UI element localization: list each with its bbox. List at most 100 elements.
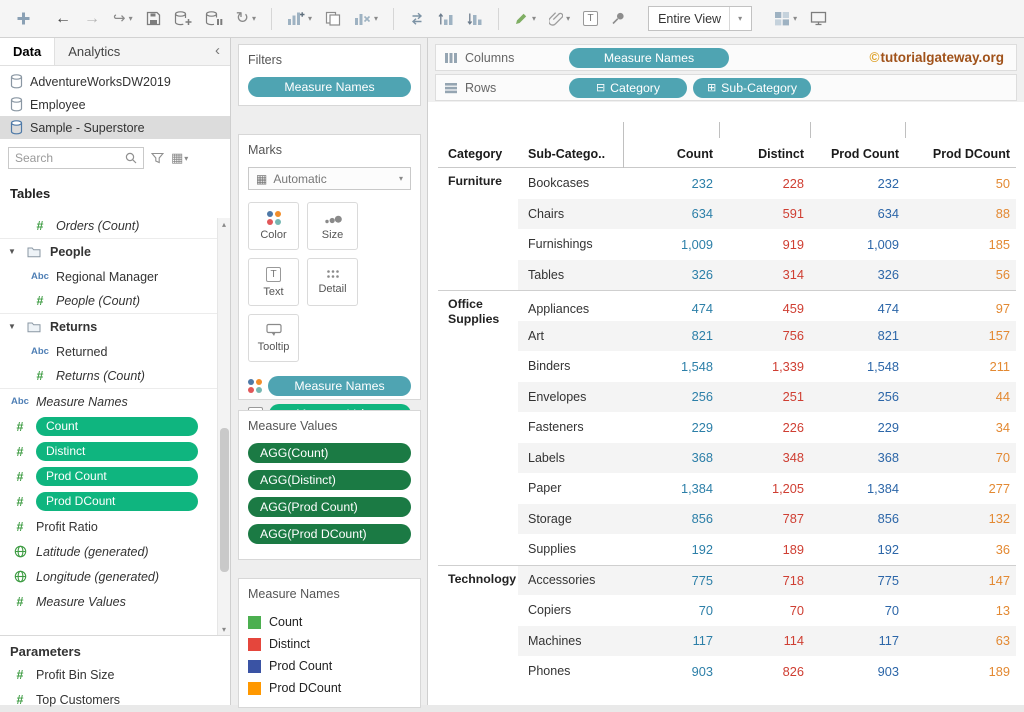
legend-item[interactable]: Prod DCount [248,677,411,699]
category-cell[interactable] [438,351,518,357]
column-header-distinct[interactable]: Distinct [719,147,810,167]
value-cell[interactable]: 189 [905,664,1016,679]
new-worksheet-button[interactable]: ▾ [282,7,317,30]
value-cell[interactable]: 1,548 [623,359,719,374]
subcategory-cell[interactable]: Art [518,329,623,343]
subcategory-cell[interactable]: Paper [518,481,623,495]
value-cell[interactable]: 70 [623,603,719,618]
subcategory-cell[interactable]: Appliances [518,302,623,316]
pill-measure-names[interactable]: Measure Names [268,376,411,396]
value-cell[interactable]: 277 [905,481,1016,496]
value-cell[interactable]: 228 [719,176,810,191]
value-cell[interactable]: 1,009 [623,237,719,252]
category-cell[interactable]: Technology [438,566,518,587]
value-cell[interactable]: 459 [719,301,810,316]
tab-analytics[interactable]: Analytics [55,38,133,65]
field-item[interactable]: Latitude (generated) [0,539,230,564]
field-item[interactable]: #Profit Ratio [0,514,230,539]
pill-measure-names[interactable]: Measure Names [569,48,729,68]
subcategory-cell[interactable]: Labels [518,451,623,465]
marks-size-button[interactable]: Size [307,202,358,250]
field-pill-count[interactable]: Count [36,417,198,436]
show-me-button[interactable]: ▾ [769,7,802,30]
pill-agg-prod-count[interactable]: AGG(Prod Count) [248,497,411,517]
value-cell[interactable]: 826 [719,664,810,679]
value-cell[interactable]: 251 [719,389,810,404]
value-cell[interactable]: 147 [905,573,1016,588]
value-cell[interactable]: 44 [905,389,1016,404]
field-item[interactable]: #Distinct [0,439,230,464]
value-cell[interactable]: 70 [810,603,905,618]
value-cell[interactable]: 903 [623,664,719,679]
show-mark-labels-button[interactable]: T [578,7,603,30]
subcategory-cell[interactable]: Machines [518,634,623,648]
legend-item[interactable]: Count [248,611,411,633]
value-cell[interactable]: 903 [810,664,905,679]
value-cell[interactable]: 634 [810,206,905,221]
pill-category[interactable]: ⊟Category [569,78,687,98]
value-cell[interactable]: 1,384 [623,481,719,496]
value-cell[interactable]: 211 [905,359,1016,374]
value-cell[interactable]: 821 [810,328,905,343]
category-cell[interactable] [438,656,518,662]
field-item[interactable]: #Profit Bin Size [0,662,230,687]
value-cell[interactable]: 821 [623,328,719,343]
category-cell[interactable]: Furniture [438,168,518,189]
value-cell[interactable]: 314 [719,267,810,282]
subcategory-cell[interactable]: Envelopes [518,390,623,404]
category-cell[interactable] [438,229,518,235]
value-cell[interactable]: 775 [810,573,905,588]
category-cell[interactable] [438,260,518,266]
value-cell[interactable]: 56 [905,267,1016,282]
subcategory-cell[interactable]: Supplies [518,542,623,556]
value-cell[interactable]: 256 [810,389,905,404]
datasource-item[interactable]: AdventureWorksDW2019 [0,70,230,93]
subcategory-cell[interactable]: Copiers [518,603,623,617]
value-cell[interactable]: 36 [905,542,1016,557]
category-cell[interactable] [438,504,518,510]
subcategory-cell[interactable]: Accessories [518,573,623,587]
marks-detail-button[interactable]: Detail [307,258,358,306]
fit-selector[interactable]: Entire View▾ [648,6,752,31]
clear-sheet-button[interactable]: ▾ [349,7,383,30]
pill-agg-distinct[interactable]: AGG(Distinct) [248,470,411,490]
value-cell[interactable]: 634 [623,206,719,221]
field-item[interactable]: AbcReturned [0,339,230,364]
value-cell[interactable]: 117 [810,633,905,648]
value-cell[interactable]: 132 [905,511,1016,526]
value-cell[interactable]: 1,339 [719,359,810,374]
datasource-item[interactable]: Employee [0,93,230,116]
legend-item[interactable]: Prod Count [248,655,411,677]
presentation-mode-button[interactable] [805,7,832,30]
value-cell[interactable]: 787 [719,511,810,526]
value-cell[interactable]: 117 [623,633,719,648]
subcategory-cell[interactable]: Phones [518,664,623,678]
field-item[interactable]: #Top Customers [0,687,230,712]
value-cell[interactable]: 256 [623,389,719,404]
value-cell[interactable]: 185 [905,237,1016,252]
category-cell[interactable] [438,595,518,601]
column-header-count[interactable]: Count [623,147,719,167]
category-cell[interactable] [438,382,518,388]
value-cell[interactable]: 1,009 [810,237,905,252]
column-header-category[interactable]: Category [438,147,518,167]
value-cell[interactable]: 474 [623,301,719,316]
value-cell[interactable]: 192 [623,542,719,557]
datasource-item[interactable]: Sample - Superstore [0,116,230,139]
pill-agg-prod-dcount[interactable]: AGG(Prod DCount) [248,524,411,544]
field-item[interactable]: ▼People [0,239,230,264]
field-pill-distinct[interactable]: Distinct [36,442,198,461]
value-cell[interactable]: 70 [719,603,810,618]
duplicate-sheet-button[interactable] [320,7,346,30]
marks-tooltip-button[interactable]: Tooltip [248,314,299,362]
value-cell[interactable]: 50 [905,176,1016,191]
value-cell[interactable]: 756 [719,328,810,343]
value-cell[interactable]: 229 [810,420,905,435]
subcategory-cell[interactable]: Furnishings [518,237,623,251]
value-cell[interactable]: 63 [905,633,1016,648]
replay-button[interactable]: ↪▾ [108,7,138,30]
value-cell[interactable]: 88 [905,206,1016,221]
value-cell[interactable]: 229 [623,420,719,435]
mark-type-dropdown[interactable]: ▦ Automatic ▾ [248,167,411,190]
marks-color-button[interactable]: Color [248,202,299,250]
